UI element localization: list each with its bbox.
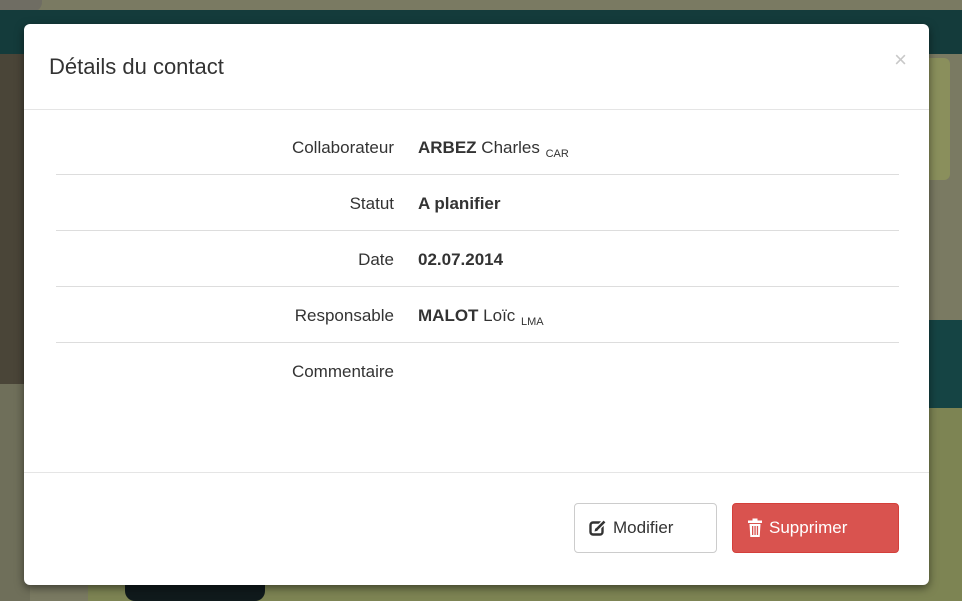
modal-header: Détails du contact ×: [24, 24, 929, 110]
modal-footer: Modifier Supprimer: [24, 472, 929, 586]
edit-button-label: Modifier: [613, 518, 674, 537]
field-label: Statut: [349, 194, 394, 213]
field-label: Date: [358, 250, 394, 269]
field-row-collaborateur: Collaborateur ARBEZ Charles CAR: [56, 119, 899, 175]
value-bold: ARBEZ: [418, 138, 477, 157]
field-row-responsable: Responsable MALOT Loïc LMA: [56, 287, 899, 343]
edit-icon: [589, 519, 607, 537]
field-value: ARBEZ Charles CAR: [418, 119, 569, 183]
field-label: Responsable: [294, 306, 394, 325]
field-value: A planifier: [418, 175, 501, 233]
delete-button[interactable]: Supprimer: [732, 503, 899, 553]
close-icon[interactable]: ×: [894, 48, 907, 72]
field-row-date: Date 02.07.2014: [56, 231, 899, 287]
modal-body: Collaborateur ARBEZ Charles CAR Statut A…: [24, 110, 929, 472]
field-label: Collaborateur: [291, 138, 394, 157]
edit-button[interactable]: Modifier: [574, 503, 717, 553]
field-value: MALOT Loïc LMA: [418, 287, 544, 351]
delete-button-label: Supprimer: [769, 518, 848, 537]
value-rest: Loïc: [478, 306, 516, 325]
value-initials: CAR: [545, 148, 569, 160]
field-label: Commentaire: [291, 362, 394, 381]
value-initials: LMA: [521, 316, 544, 328]
value-bold: A planifier: [418, 194, 501, 213]
trash-icon: [747, 518, 763, 538]
field-row-commentaire: Commentaire: [56, 343, 899, 398]
modal-title: Détails du contact: [49, 54, 224, 79]
field-row-statut: Statut A planifier: [56, 175, 899, 231]
contact-details-modal: Détails du contact × Collaborateur ARBEZ…: [24, 24, 929, 585]
field-value: 02.07.2014: [418, 231, 503, 289]
value-rest: Charles: [476, 138, 540, 157]
value-bold: MALOT: [418, 306, 479, 325]
value-bold: 02.07.2014: [418, 250, 504, 269]
